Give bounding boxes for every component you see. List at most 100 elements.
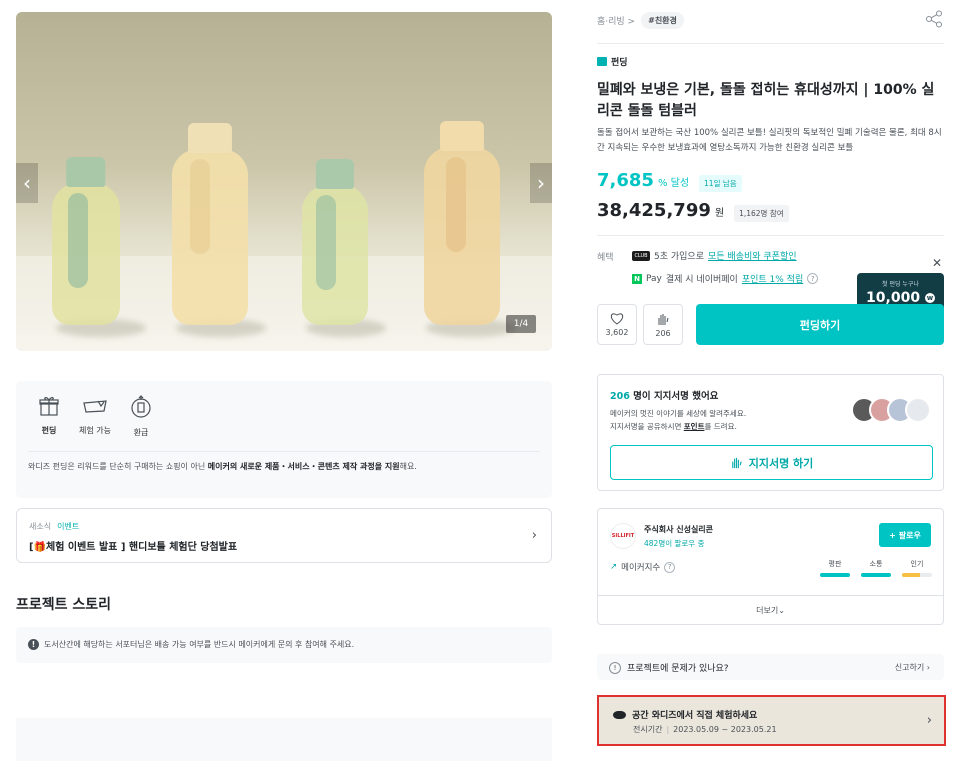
benefit-text: 5초 가입으로 — [654, 252, 704, 262]
news-tags: 새소식 이벤트 — [29, 521, 79, 532]
like-button[interactable]: 3,602 — [597, 304, 637, 345]
report-label: ! 프로젝트에 문제가 있나요? — [609, 661, 729, 674]
ufo-icon — [613, 710, 626, 719]
project-title: 밀폐와 보냉은 기본, 돌돌 접히는 휴대성까지 | 100% 실리콘 돌돌 텀… — [597, 82, 935, 119]
project-type: 펀딩 — [597, 55, 628, 68]
info-item-refund: 환급 — [126, 395, 156, 438]
card-icon — [83, 400, 107, 413]
breadcrumb: 홈·리빙 > #친환경 — [597, 12, 684, 29]
news-card[interactable]: 새소식 이벤트 [🎁체험 이벤트 발표 ] 핸디보틀 체험단 당첨발표 › — [16, 508, 552, 563]
news-title: [🎁체험 이벤트 발표 ] 핸디보틀 체험단 당첨발표 — [29, 542, 238, 553]
like-count: 3,602 — [605, 328, 629, 337]
info-item-label: 환급 — [133, 428, 149, 437]
info-item-label: 펀딩 — [41, 426, 57, 435]
sign-support-button[interactable]: 지지서명 하기 — [610, 445, 933, 480]
share-icon[interactable] — [925, 10, 943, 28]
funding-amount: 38,425,799 원 1,162명 참여 — [597, 200, 789, 222]
carousel-next-button[interactable]: › — [530, 163, 552, 203]
participants-badge: 1,162명 참여 — [734, 205, 789, 222]
space-wadiz-banner[interactable]: 공간 와디즈에서 직접 체험하세요 전시기간 | 2023.05.09 ~ 2023… — [597, 695, 946, 746]
exhibition-period: 전시기간 | 2023.05.09 ~ 2023.05.21 — [633, 725, 777, 734]
chevron-right-icon: › — [926, 713, 932, 728]
product-image-carousel[interactable]: ‹ › 1/4 — [16, 12, 552, 351]
rate-unit: % 달성 — [657, 178, 690, 189]
metric-reputation: 평판 — [820, 559, 850, 577]
project-summary: 돌돌 접어서 보관하는 국산 100% 실리콘 보틀! 실리핏의 독보적인 밀폐… — [597, 128, 942, 153]
metric-communication: 소통 — [861, 559, 891, 577]
close-icon[interactable]: ✕ — [932, 256, 942, 270]
point-link[interactable]: 포인트 — [684, 422, 705, 431]
benefit-npay: N Pay 결제 시 네이버페이 포인트 1% 적립 ? — [632, 272, 819, 285]
cheer-button[interactable]: 206 — [643, 304, 683, 345]
funding-description: 와디즈 펀딩은 리워드를 단순히 구매하는 쇼핑이 아닌 메이커의 새로운 제품… — [28, 462, 417, 471]
support-signature-box: 206 명이 지지서명 했어요 메이커의 멋진 이야기를 세상에 알려주세요. … — [597, 374, 944, 491]
divider — [597, 235, 944, 236]
funding-info-box: 펀딩 체험 가능 환급 와디즈 펀딩은 리워드를 단순히 구매하는 쇼핑이 아닌… — [16, 381, 552, 498]
amount-value: 38,425,799 — [597, 200, 711, 221]
npay-point-link[interactable]: 포인트 1% 적립 — [742, 272, 803, 285]
warning-icon: ! — [609, 661, 621, 674]
naver-pay-icon: N — [632, 273, 642, 284]
benefit-club: CLUB 5초 가입으로 모든 배송비와 쿠폰할인 — [632, 249, 797, 262]
sign-button-label: 지지서명 하기 — [748, 456, 814, 470]
metric-popularity: 인기 — [902, 559, 932, 577]
maker-name[interactable]: 주식회사 신성실리콘 — [644, 524, 713, 535]
event-tag: 이벤트 — [57, 522, 80, 531]
notice-text: 도서산간에 해당하는 서포터님은 배송 가능 여부를 반드시 메이커에게 문의 … — [44, 640, 355, 649]
achievement-rate: 7,685 % 달성 11일 남음 — [597, 170, 742, 192]
story-content-placeholder — [16, 718, 552, 761]
maker-index: ↗ 메이커지수 ? — [610, 561, 676, 573]
amount-unit: 원 — [714, 208, 725, 219]
carousel-counter: 1/4 — [506, 315, 536, 333]
maker-card: SILLIFIT 주식회사 신성실리콘 482명이 팔로우 중 + 팔로우 ↗ 메… — [597, 508, 944, 625]
supporter-avatars — [851, 397, 931, 423]
gift-icon — [597, 57, 607, 66]
story-heading: 프로젝트 스토리 — [16, 597, 112, 613]
days-left-badge: 11일 남음 — [699, 175, 742, 192]
hand-icon — [658, 313, 669, 325]
project-type-label: 펀딩 — [611, 58, 628, 68]
product-bottle — [424, 121, 500, 325]
breadcrumb-category[interactable]: 홈·리빙 > — [597, 14, 635, 27]
report-row[interactable]: ! 프로젝트에 문제가 있나요? 신고하기 › — [597, 654, 944, 680]
tooltip-caption: 첫 펀딩 누구나 — [882, 281, 919, 288]
breadcrumb-tag[interactable]: #친환경 — [641, 12, 684, 29]
rate-value: 7,685 — [597, 170, 654, 191]
info-item-label: 체험 가능 — [79, 426, 111, 435]
fund-button[interactable]: 펀딩하기 — [696, 304, 944, 345]
refund-icon — [131, 395, 151, 418]
trend-icon: ↗ — [610, 562, 618, 572]
gift-icon — [39, 397, 59, 416]
news-tag: 새소식 — [29, 522, 52, 531]
benefit-text: 결제 시 네이버페이 — [665, 275, 738, 285]
chevron-left-icon: ‹ — [23, 171, 31, 195]
divider — [28, 451, 540, 452]
chevron-right-icon: › — [531, 528, 537, 543]
carousel-prev-button[interactable]: ‹ — [16, 163, 38, 203]
chevron-right-icon: › — [537, 171, 545, 195]
avatar — [905, 397, 931, 423]
space-title: 공간 와디즈에서 직접 체험하세요 — [613, 708, 757, 721]
follower-count: 482명이 팔로우 중 — [644, 539, 705, 548]
shipping-notice: ! 도서산간에 해당하는 서포터님은 배송 가능 여부를 반드시 메이커에게 문… — [16, 627, 552, 663]
info-item-funding: 펀딩 — [34, 395, 64, 438]
follow-label: 팔로우 — [898, 530, 921, 540]
pay-label: Pay — [646, 273, 662, 284]
maker-logo[interactable]: SILLIFIT — [610, 523, 636, 549]
won-icon: w — [924, 293, 935, 303]
plus-icon: + — [889, 530, 896, 540]
benefit-label: 혜택 — [597, 253, 614, 263]
help-icon[interactable]: ? — [664, 561, 676, 573]
report-action[interactable]: 신고하기 › — [895, 662, 930, 673]
support-description: 메이커의 멋진 이야기를 세상에 알려주세요. 지지서명을 공유하시면 포인트를… — [610, 409, 747, 431]
more-button[interactable]: 더보기 ⌄ — [598, 595, 943, 625]
help-icon[interactable]: ? — [807, 273, 819, 284]
product-bottle — [302, 159, 368, 325]
follow-button[interactable]: + 팔로우 — [879, 523, 931, 547]
club-icon: CLUB — [632, 250, 650, 261]
heart-icon — [610, 313, 624, 325]
info-icon: ! — [28, 639, 39, 650]
product-bottle — [52, 157, 120, 325]
info-item-experience: 체험 가능 — [79, 395, 111, 438]
club-benefit-link[interactable]: 모든 배송비와 쿠폰할인 — [708, 249, 797, 262]
